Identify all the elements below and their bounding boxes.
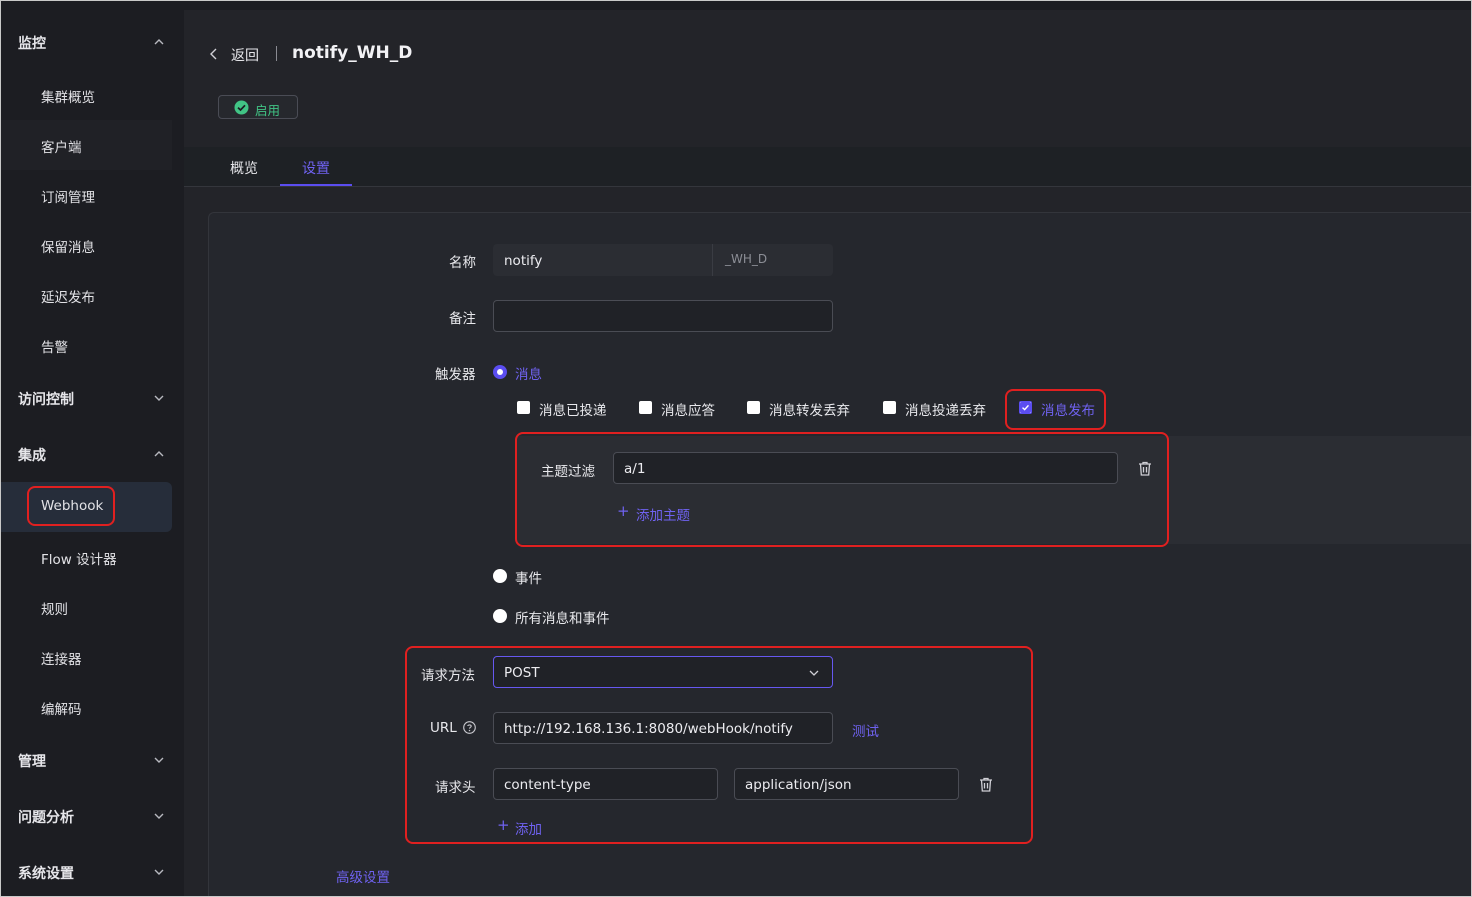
tab-settings[interactable]: 设置	[302, 158, 330, 178]
name-suffix-text: _WH_D	[725, 252, 768, 266]
advanced-settings-link[interactable]: 高级设置	[336, 866, 390, 886]
sidebar-item-label: 客户端	[41, 140, 82, 156]
checkbox-delivery-dropped-label: 消息投递丢弃	[905, 403, 986, 419]
sidebar-item-label: 集群概览	[41, 90, 95, 106]
chevron-down-icon	[154, 869, 164, 875]
note-label: 备注	[449, 311, 476, 327]
sidebar-group-diagnose[interactable]: 问题分析	[1, 796, 184, 836]
sidebar-item-rules[interactable]: 规则	[1, 582, 172, 632]
name-field[interactable]: notify _WH_D	[493, 244, 833, 276]
sidebar-item-subscriptions[interactable]: 订阅管理	[1, 170, 172, 220]
sidebar-item-connectors[interactable]: 连接器	[1, 632, 172, 682]
sidebar-group-label: 访问控制	[18, 392, 74, 408]
name-value: notify	[504, 253, 543, 269]
chevron-down-icon	[154, 395, 164, 401]
chevron-up-icon	[154, 451, 164, 457]
checkbox-forward-dropped[interactable]	[747, 401, 760, 414]
sidebar-group-label: 集成	[18, 448, 46, 464]
checkbox-forward-dropped-label: 消息转发丢弃	[769, 403, 850, 419]
highlight-publish-checkbox	[1005, 389, 1106, 430]
sidebar-group-integration[interactable]: 集成	[1, 434, 184, 474]
sidebar-item-codec[interactable]: 编解码	[1, 682, 172, 732]
sidebar: 监控 集群概览 客户端 订阅管理 保留消息 延迟发布 告警 访问控制 集成 We…	[1, 1, 184, 896]
sidebar-group-label: 管理	[18, 754, 46, 770]
checkbox-delivery-dropped[interactable]	[883, 401, 896, 414]
sidebar-item-clients[interactable]: 客户端	[1, 120, 172, 170]
name-suffix: _WH_D	[712, 244, 833, 276]
sidebar-item-label: 保留消息	[41, 240, 95, 256]
highlight-webhook	[27, 486, 115, 526]
sidebar-group-manage[interactable]: 管理	[1, 740, 184, 780]
trigger-radio-all-label: 所有消息和事件	[515, 611, 610, 627]
sidebar-group-monitor[interactable]: 监控	[1, 22, 184, 62]
sidebar-item-label: Flow 设计器	[41, 552, 117, 568]
header-divider	[276, 46, 277, 61]
trigger-radio-event-label: 事件	[515, 571, 542, 587]
sidebar-item-label: 订阅管理	[41, 190, 95, 206]
status-badge: 启用	[218, 95, 298, 119]
trigger-label: 触发器	[435, 367, 476, 383]
trigger-radio-event[interactable]	[493, 569, 507, 583]
sidebar-item-label: 编解码	[41, 702, 82, 718]
trigger-radio-message[interactable]	[493, 365, 507, 379]
trigger-radio-all[interactable]	[493, 609, 507, 623]
check-circle-icon	[234, 100, 249, 115]
checkbox-delivered-label: 消息已投递	[539, 403, 607, 419]
page-title: notify_WH_D	[292, 43, 413, 63]
checkbox-delivered[interactable]	[517, 401, 530, 414]
chevron-down-icon	[154, 813, 164, 819]
trigger-radio-message-label: 消息	[515, 367, 542, 383]
sidebar-item-label: 告警	[41, 340, 68, 356]
tab-bar	[184, 147, 1472, 187]
note-input[interactable]	[493, 300, 833, 332]
sidebar-group-label: 系统设置	[18, 866, 74, 882]
chevron-left-icon[interactable]	[208, 47, 220, 61]
highlight-request-section	[405, 646, 1033, 844]
sidebar-item-cluster-overview[interactable]: 集群概览	[1, 70, 172, 120]
sidebar-item-delayed[interactable]: 延迟发布	[1, 270, 172, 320]
active-tab-indicator	[280, 184, 352, 186]
status-label: 启用	[255, 103, 281, 118]
chevron-down-icon	[154, 757, 164, 763]
sidebar-group-access[interactable]: 访问控制	[1, 378, 184, 418]
sidebar-item-label: 连接器	[41, 652, 82, 668]
sidebar-group-label: 监控	[18, 36, 46, 52]
sidebar-item-retained[interactable]: 保留消息	[1, 220, 172, 270]
sidebar-item-label: 规则	[41, 602, 68, 618]
name-label: 名称	[449, 255, 476, 271]
sidebar-item-alarms[interactable]: 告警	[1, 320, 172, 370]
sidebar-item-flow-designer[interactable]: Flow 设计器	[1, 532, 172, 582]
sidebar-group-system[interactable]: 系统设置	[1, 852, 184, 892]
checkbox-acked-label: 消息应答	[661, 403, 715, 419]
highlight-topic-filter	[515, 432, 1169, 547]
checkbox-acked[interactable]	[639, 401, 652, 414]
sidebar-group-label: 问题分析	[18, 810, 74, 826]
back-link[interactable]: 返回	[231, 45, 259, 65]
chevron-up-icon	[154, 39, 164, 45]
sidebar-item-label: 延迟发布	[41, 290, 95, 306]
tab-overview[interactable]: 概览	[230, 158, 258, 178]
